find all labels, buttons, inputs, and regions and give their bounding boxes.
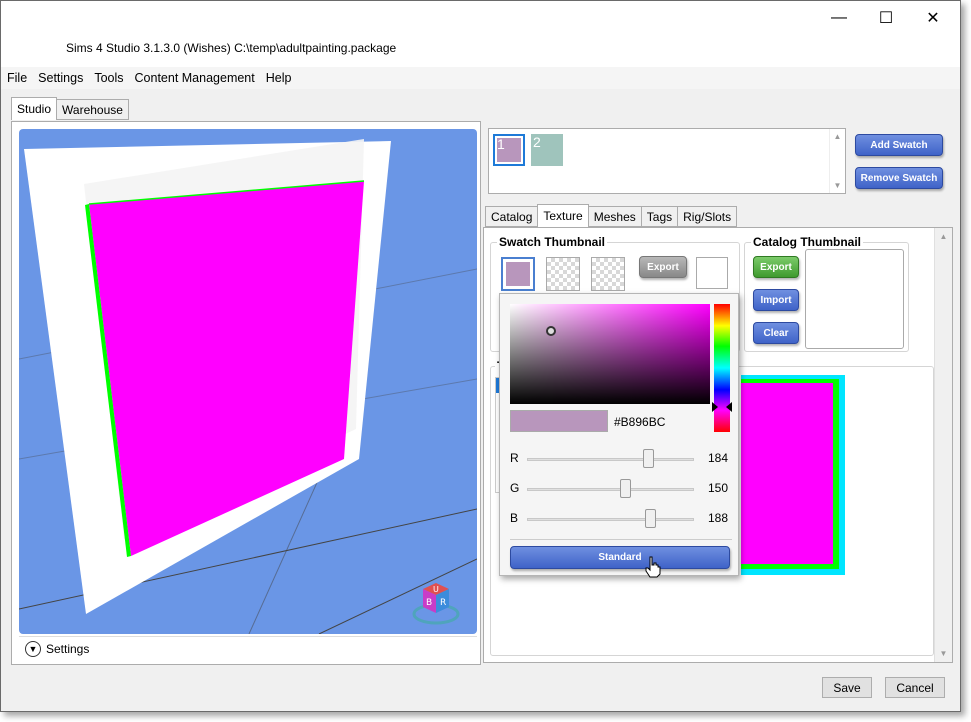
painting-surface xyxy=(89,181,364,556)
studio-panel: U B R ▼ Settings xyxy=(11,121,481,665)
right-tab-strip: Catalog Texture Meshes Tags Rig/Slots xyxy=(485,204,738,228)
menu-content-management[interactable]: Content Management xyxy=(135,71,255,85)
tab-warehouse[interactable]: Warehouse xyxy=(56,99,129,120)
settings-label: Settings xyxy=(46,641,90,656)
blue-value: 188 xyxy=(708,511,729,525)
green-value: 150 xyxy=(708,481,729,495)
swatch-2[interactable]: 2 xyxy=(531,134,563,166)
standard-button[interactable]: Standard xyxy=(510,546,730,569)
menu-file[interactable]: File xyxy=(7,71,27,85)
swatch-color-box[interactable] xyxy=(696,257,728,289)
red-slider-track[interactable] xyxy=(527,458,694,461)
scroll-down-icon[interactable]: ▼ xyxy=(834,181,842,190)
blue-label: B xyxy=(510,511,519,525)
green-slider-thumb[interactable] xyxy=(620,479,632,498)
cube-label-u: U xyxy=(433,585,439,594)
swatch-thumbnail-title: Swatch Thumbnail xyxy=(497,235,608,249)
swatch-thumbnail-image[interactable] xyxy=(501,257,535,291)
scene-render xyxy=(19,139,477,634)
swatch-2-label: 2 xyxy=(533,134,541,150)
red-slider-thumb[interactable] xyxy=(642,449,654,468)
add-swatch-button[interactable]: Add Swatch xyxy=(855,134,943,156)
blue-slider-thumb[interactable] xyxy=(645,509,657,528)
tab-rig-slots[interactable]: Rig/Slots xyxy=(677,206,738,227)
chevron-down-icon: ▼ xyxy=(25,640,41,657)
left-tab-strip: Studio Warehouse xyxy=(11,97,129,121)
catalog-thumbnail-group: Catalog Thumbnail Export Import Clear xyxy=(744,235,909,352)
menu-tools[interactable]: Tools xyxy=(94,71,123,85)
close-button[interactable]: ✕ xyxy=(910,5,956,31)
cube-label-b: B xyxy=(426,598,432,608)
tab-tags[interactable]: Tags xyxy=(640,206,679,227)
red-value: 184 xyxy=(708,451,729,465)
hex-value[interactable]: #B896BC xyxy=(614,415,665,429)
swatch-scrollbar[interactable]: ▲ ▼ xyxy=(829,129,845,193)
swatch-1[interactable]: 1 xyxy=(493,134,525,166)
app-window: Sims 4 Studio 3.1.3.0 (Wishes) C:\temp\a… xyxy=(0,0,961,712)
green-slider-row: G 150 xyxy=(510,479,735,499)
remove-swatch-button[interactable]: Remove Swatch xyxy=(855,167,943,189)
hue-marker-left-icon xyxy=(712,402,718,412)
save-button[interactable]: Save xyxy=(822,677,872,698)
tab-meshes[interactable]: Meshes xyxy=(587,206,642,227)
color-picker-popup: #B896BC R 184 G 150 B 188 Standard xyxy=(499,293,739,578)
tab-studio[interactable]: Studio xyxy=(11,97,58,120)
maximize-button[interactable]: ☐ xyxy=(863,5,909,31)
menu-settings[interactable]: Settings xyxy=(38,71,83,85)
tab-catalog[interactable]: Catalog xyxy=(485,206,539,227)
color-preview-swatch xyxy=(510,410,608,432)
catalog-thumbnail-image[interactable] xyxy=(805,249,904,349)
cancel-button[interactable]: Cancel xyxy=(885,677,945,698)
hand-cursor-icon xyxy=(645,556,661,578)
3d-viewport[interactable]: U B R xyxy=(19,129,477,634)
menu-help[interactable]: Help xyxy=(266,71,292,85)
scroll-down-icon[interactable]: ▼ xyxy=(940,649,948,658)
swatch-thumbnail-slot-2[interactable] xyxy=(546,257,580,291)
blue-slider-row: B 188 xyxy=(510,509,735,529)
window-title: Sims 4 Studio 3.1.3.0 (Wishes) C:\temp\a… xyxy=(66,41,397,55)
minimize-button[interactable]: — xyxy=(816,5,862,31)
settings-expander[interactable]: ▼ Settings xyxy=(19,636,477,660)
swatch-1-label: 1 xyxy=(497,136,505,152)
cube-label-r: R xyxy=(440,598,446,608)
catalog-export-button[interactable]: Export xyxy=(753,256,799,278)
swatch-list: 1 2 ▲ ▼ xyxy=(488,128,846,194)
blue-slider-track[interactable] xyxy=(527,518,694,521)
red-label: R xyxy=(510,451,519,465)
scroll-up-icon[interactable]: ▲ xyxy=(940,232,948,241)
texture-preview[interactable] xyxy=(741,375,845,575)
hue-slider[interactable] xyxy=(714,304,730,432)
color-selector-handle[interactable] xyxy=(546,326,556,336)
popup-separator xyxy=(510,539,732,540)
red-slider-row: R 184 xyxy=(510,449,735,469)
catalog-thumbnail-title: Catalog Thumbnail xyxy=(751,235,863,249)
catalog-clear-button[interactable]: Clear xyxy=(753,322,799,344)
saturation-value-area[interactable] xyxy=(510,304,710,404)
title-bar: Sims 4 Studio 3.1.3.0 (Wishes) C:\temp\a… xyxy=(1,1,960,67)
swatch-thumbnail-slot-3[interactable] xyxy=(591,257,625,291)
tab-texture[interactable]: Texture xyxy=(537,204,589,227)
green-label: G xyxy=(510,481,520,495)
green-slider-track[interactable] xyxy=(527,488,694,491)
orientation-cube-icon[interactable]: U B R xyxy=(411,579,461,629)
texture-scrollbar[interactable]: ▲ ▼ xyxy=(934,228,952,662)
swatch-export-button[interactable]: Export xyxy=(639,256,687,278)
hue-marker-right-icon xyxy=(726,402,732,412)
catalog-import-button[interactable]: Import xyxy=(753,289,799,311)
scroll-up-icon[interactable]: ▲ xyxy=(834,132,842,141)
menu-bar: File Settings Tools Content Management H… xyxy=(1,67,960,89)
